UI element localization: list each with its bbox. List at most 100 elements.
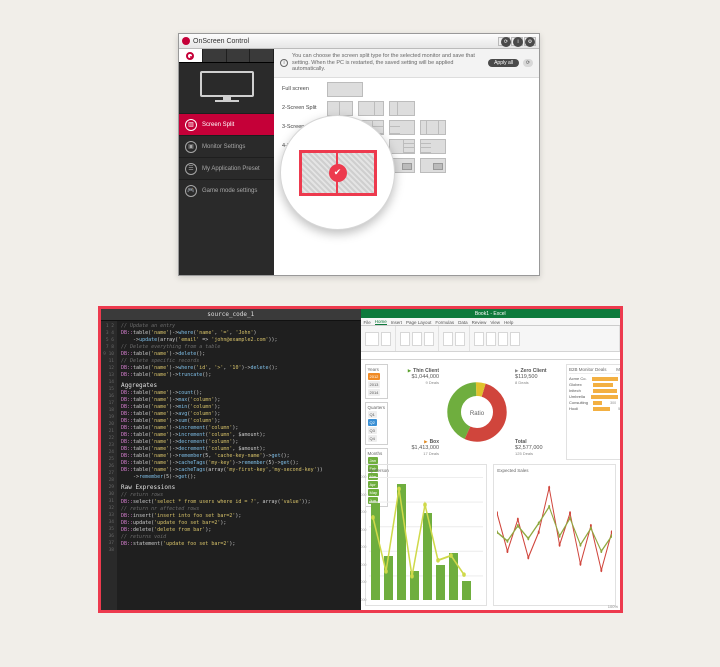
layout-4c[interactable]: [389, 139, 415, 154]
ribbon-tabs: File Home Insert Page Layout Formulas Data Rev…: [361, 318, 621, 326]
menu-app-preset[interactable]: ☰ My Application Preset: [179, 157, 274, 179]
panel-title: Expected Sales: [497, 468, 612, 473]
ribbon-tab-page-layout[interactable]: Page Layout: [406, 320, 431, 325]
app-preset-icon: ☰: [185, 163, 197, 175]
sidebar: ▥ Screen Split ▣ Monitor Settings ☰ My A…: [179, 49, 274, 275]
menu-game-mode[interactable]: 🎮 Game mode settings: [179, 179, 274, 201]
slicers: Years 2012 2013 2014 Quarters Q1 Q2 Q3: [365, 364, 389, 460]
zoom-layout-selected: [299, 150, 377, 196]
ribbon-tab-data[interactable]: Data: [458, 320, 468, 325]
hbar-label: Acme Co.: [569, 376, 590, 381]
paste-button[interactable]: [365, 332, 379, 346]
donut-chart: Ratio: [445, 364, 509, 460]
slicer-option[interactable]: 2013: [368, 381, 381, 388]
layout-3c[interactable]: [389, 120, 415, 135]
bold-button[interactable]: [424, 332, 434, 346]
hbar-value: 640: [615, 383, 620, 387]
card-sub: 9 Deals: [425, 380, 439, 385]
ribbon-tab-review[interactable]: Review: [472, 320, 487, 325]
slicer-option[interactable]: 2014: [368, 389, 381, 396]
ribbon-button[interactable]: [498, 332, 508, 346]
layout-2b[interactable]: [358, 101, 384, 116]
ribbon-button[interactable]: [486, 332, 496, 346]
hbar-row: Acme Co. 900: [569, 376, 620, 381]
settings-icon[interactable]: ⚙: [525, 37, 535, 47]
monitor-tab-2[interactable]: [203, 49, 227, 62]
layout-pip-tl[interactable]: [420, 158, 446, 173]
excel-pane: Book1 - Excel FileHomeInsertPage LayoutF…: [361, 309, 621, 610]
hbar-label: Consulting: [569, 400, 591, 405]
slicer-option[interactable]: Q1: [368, 411, 377, 418]
ribbon-button[interactable]: [510, 332, 520, 346]
b2b-deals-panel: B2B Monitor DealsMonths Acme Co. 900 Glo…: [566, 364, 620, 460]
layout-2c[interactable]: [389, 101, 415, 116]
menu-screen-split[interactable]: ▥ Screen Split: [179, 113, 274, 135]
font-button[interactable]: [400, 332, 410, 346]
y-axis: 800,000700,000600,000500,000400,000300,0…: [361, 475, 367, 602]
hbar-label: Hooli: [569, 406, 591, 411]
menu-label: Game mode settings: [202, 188, 257, 194]
menu-monitor-settings[interactable]: ▣ Monitor Settings: [179, 135, 274, 157]
info-icon[interactable]: i: [513, 37, 523, 47]
refresh-icon[interactable]: ⟳: [501, 37, 511, 47]
expected-sales-panel: Expected Sales: [493, 464, 616, 606]
slicer-option[interactable]: Q3: [368, 427, 377, 434]
slicer-option[interactable]: Q2: [368, 419, 377, 426]
card-sub: 8 Deals: [515, 380, 529, 385]
layout-full[interactable]: [327, 82, 363, 97]
svg-text:Ratio: Ratio: [470, 410, 485, 417]
hbar-bar: [591, 395, 618, 399]
monitor-tab-3[interactable]: [227, 49, 251, 62]
hbar-row: Initech 780: [569, 388, 620, 393]
formula-bar[interactable]: [361, 352, 621, 360]
layout-3d[interactable]: [420, 120, 446, 135]
hbar-label: Umbrella: [569, 394, 589, 399]
ribbon-tab-file[interactable]: File: [364, 320, 371, 325]
slicer-years[interactable]: Years 2012 2013 2014: [365, 364, 389, 399]
screen-split-icon: ▥: [185, 119, 197, 131]
ribbon-button[interactable]: [474, 332, 484, 346]
align-left-button[interactable]: [443, 332, 453, 346]
apply-all-button[interactable]: Apply all: [488, 59, 519, 67]
ribbon-tab-home[interactable]: Home: [375, 319, 387, 325]
ribbon-tab-help[interactable]: Help: [504, 320, 513, 325]
cut-button[interactable]: [381, 332, 391, 346]
layout-2a[interactable]: [327, 101, 353, 116]
hbar-bar: [593, 407, 610, 411]
info-bar: i You can choose the screen split type f…: [274, 49, 539, 78]
split-screen-demo: source_code_1 1 2 3 4 5 6 7 8 9 10 11 12…: [98, 306, 623, 613]
slicer-option[interactable]: Jan: [368, 457, 378, 464]
monitor-tab-1[interactable]: [179, 49, 203, 62]
hbar-bar: [593, 401, 602, 405]
monitor-preview: [179, 63, 274, 113]
slicer-option[interactable]: 2012: [368, 373, 381, 380]
zoom-value[interactable]: 100%: [608, 604, 618, 609]
menu-label: My Application Preset: [202, 166, 260, 172]
ribbon-tab-formulas[interactable]: Formulas: [435, 320, 454, 325]
monitor-tabs: [179, 49, 274, 63]
hbar-bar: [593, 383, 613, 387]
monitor-tab-4[interactable]: [250, 49, 274, 62]
ribbon-tab-view[interactable]: View: [490, 320, 500, 325]
worksheet[interactable]: Years 2012 2013 2014 Quarters Q1 Q2 Q3: [361, 360, 621, 610]
size-button[interactable]: [412, 332, 422, 346]
layout-4d[interactable]: [420, 139, 446, 154]
code-content[interactable]: // Update an entry DB::table('name')->wh…: [117, 321, 361, 610]
hbar-bar: [593, 389, 618, 393]
line-gutter: 1 2 3 4 5 6 7 8 9 10 11 12 13 14 15 16 1…: [101, 321, 117, 610]
panel-sub: Months: [616, 367, 620, 372]
card-sub: 125 Deals: [515, 451, 533, 456]
info-circle-icon: i: [280, 59, 288, 67]
window-titlebar: OnScreen Control – ▢ ×: [179, 34, 539, 49]
code-tab-title[interactable]: source_code_1: [101, 309, 361, 321]
align-center-button[interactable]: [455, 332, 465, 346]
expected-sales-chart: [497, 475, 612, 602]
slicer-quarters[interactable]: Quarters Q1 Q2 Q3 Q4: [365, 402, 389, 445]
ribbon-group-font: [396, 326, 439, 351]
slicer-option[interactable]: Q4: [368, 435, 377, 442]
ribbon-group-clipboard: [361, 326, 396, 351]
reset-button[interactable]: ⟳: [523, 59, 533, 67]
menu-label: Monitor Settings: [202, 144, 245, 150]
ribbon-tab-insert[interactable]: Insert: [391, 320, 402, 325]
hbar-row: Globex 640: [569, 382, 620, 387]
